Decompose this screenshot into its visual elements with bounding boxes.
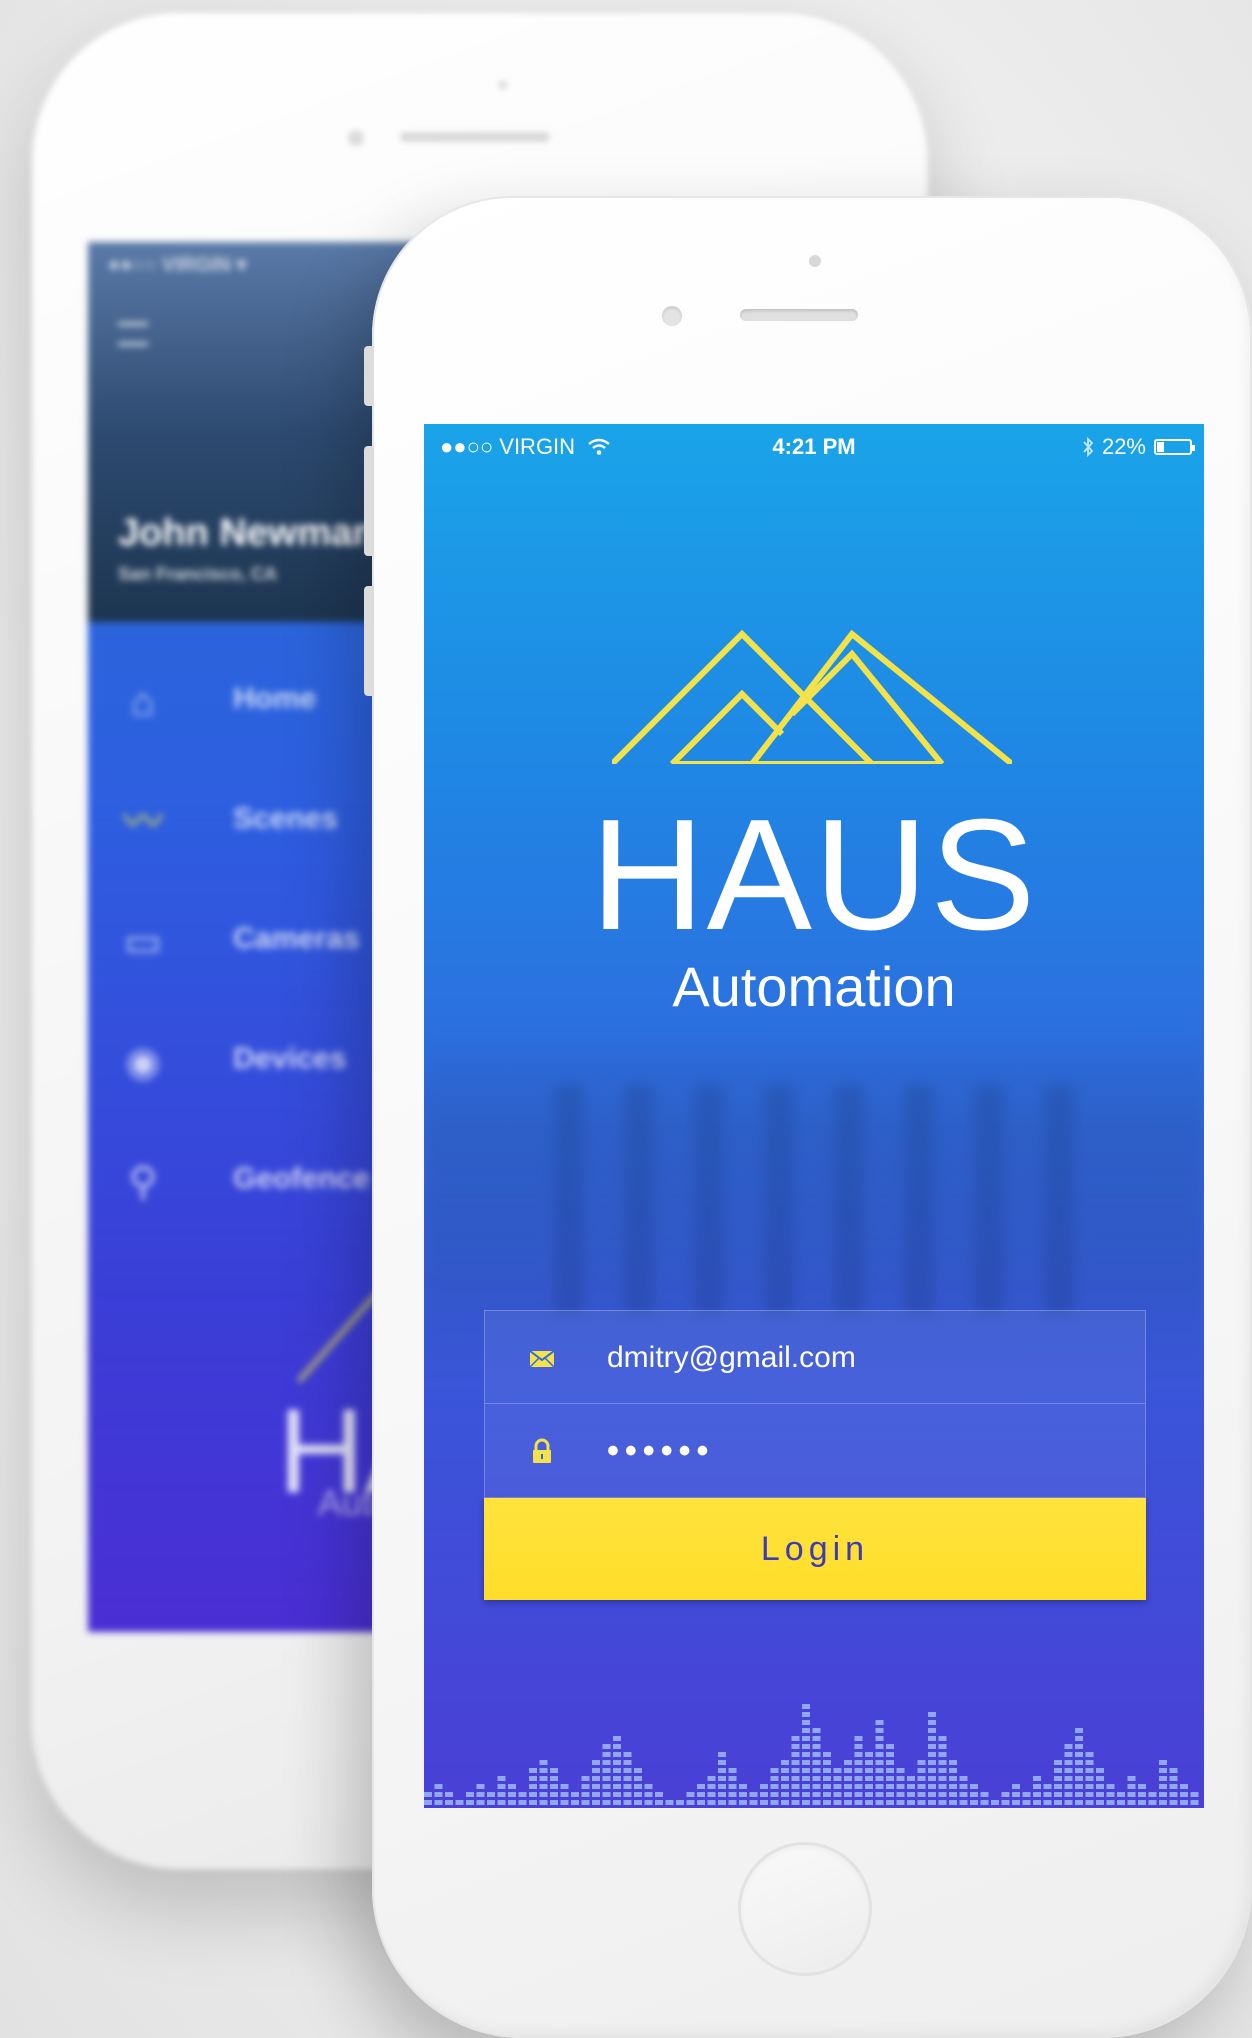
side-menu-label: Scenes <box>233 802 339 835</box>
password-field[interactable] <box>605 1404 1125 1498</box>
login-form: Login <box>484 1310 1146 1600</box>
home-icon: ⌂ <box>130 680 156 724</box>
status-right-cluster: 22% <box>1082 434 1195 460</box>
lock-icon <box>533 1438 551 1463</box>
user-location: San Francisco, CA <box>118 564 278 584</box>
equalizer-decoration <box>424 1704 1199 1805</box>
battery-level <box>1157 442 1165 452</box>
volume-up-button <box>364 446 374 556</box>
user-name: John Newman <box>118 512 376 554</box>
email-field[interactable] <box>605 1311 1125 1405</box>
back-phone-camera <box>348 130 364 146</box>
side-menu-label: Home <box>233 682 317 715</box>
side-menu-label: Devices <box>233 1042 347 1075</box>
status-bar: ●●○○ VIRGIN 4:21 PM 22% <box>424 424 1204 470</box>
mute-switch <box>364 346 374 406</box>
haus-logo-mark <box>612 629 1012 764</box>
front-camera <box>662 306 682 326</box>
side-menu-label: Cameras <box>233 922 360 955</box>
front-phone-device: ●●○○ VIRGIN 4:21 PM 22% HAUS Automation … <box>364 196 1252 2038</box>
proximity-sensor <box>809 255 821 267</box>
home-button[interactable] <box>738 1842 872 1976</box>
devices-icon: ◉ <box>125 1040 161 1084</box>
scenes-icon: 〰 <box>123 800 163 844</box>
location-pin-icon: ⚲ <box>128 1160 158 1204</box>
back-phone-sensor <box>498 80 508 90</box>
earpiece-speaker <box>740 309 858 321</box>
envelope-icon <box>529 1350 555 1368</box>
volume-down-button <box>364 586 374 696</box>
battery-icon <box>1154 439 1195 455</box>
bluetooth-icon <box>1083 437 1094 457</box>
login-button[interactable]: Login <box>484 1498 1146 1600</box>
camera-icon: ▭ <box>124 920 162 964</box>
brand-name: HAUS <box>590 787 1038 963</box>
back-phone-speaker <box>400 132 550 142</box>
back-status-bar: ●●○○ VIRGIN ▾ <box>108 254 247 276</box>
email-field-row <box>484 1310 1146 1405</box>
brand-tagline: Automation <box>672 955 956 1018</box>
side-menu-label: Geofence <box>233 1162 370 1195</box>
login-screen: ●●○○ VIRGIN 4:21 PM 22% HAUS Automation … <box>424 424 1204 1808</box>
battery-percent: 22% <box>1101 434 1146 459</box>
password-field-row <box>484 1404 1146 1498</box>
hamburger-menu-icon[interactable] <box>118 322 148 346</box>
